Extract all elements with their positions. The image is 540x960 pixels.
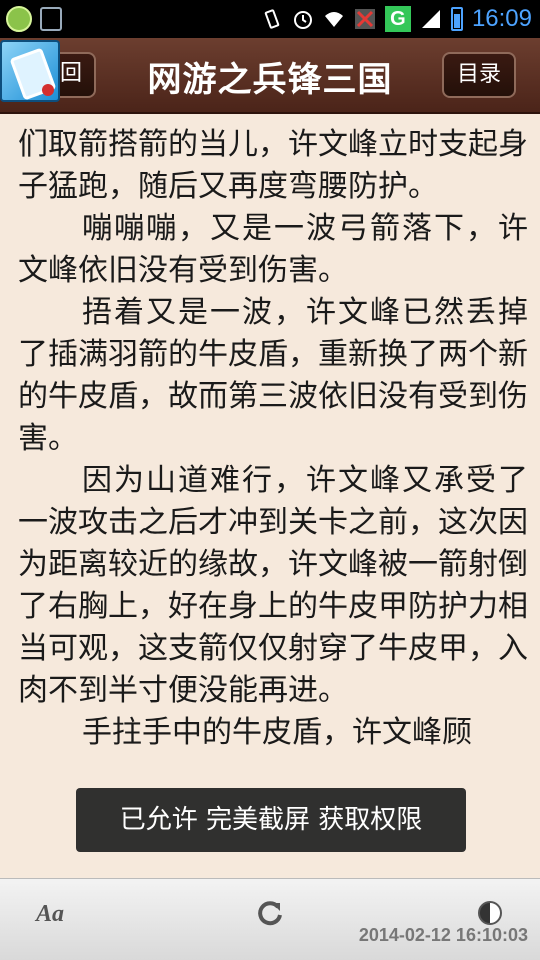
notification-icons xyxy=(6,6,62,32)
paragraph: 们取箭搭箭的当儿，许文峰立时支起身子猛跑，随后又再度弯腰防护。 xyxy=(18,127,528,204)
image-notification-icon xyxy=(40,7,62,31)
status-time: 16:09 xyxy=(471,5,532,32)
alarm-icon xyxy=(293,11,312,29)
no-signal-icon xyxy=(354,9,375,29)
paragraph-partial-line xyxy=(18,114,528,124)
network-type-badge: G xyxy=(384,6,411,32)
font-size-button[interactable]: Aa xyxy=(36,901,64,928)
wifi-icon xyxy=(324,12,343,27)
paragraph: 因为山道难行，许文峰又承受了一波攻击之后才冲到关卡之前，这次因为距离较近的缘故，… xyxy=(18,463,528,708)
paragraph: 嘣嘣嘣，又是一波弓箭落下，许文峰依旧没有受到伤害。 xyxy=(18,211,528,288)
night-mode-icon[interactable] xyxy=(478,901,502,925)
status-bar: G 16:09 xyxy=(0,0,540,38)
bottom-toolbar: Aa 2014-02-12 16:10:03 xyxy=(0,878,540,960)
signal-icon xyxy=(421,10,440,28)
app-notification-icon xyxy=(6,6,32,32)
battery-icon xyxy=(450,7,463,31)
vibrate-icon xyxy=(264,9,280,29)
reading-area[interactable]: 们取箭搭箭的当儿，许文峰立时支起身子猛跑，随后又再度弯腰防护。 嘣嘣嘣，又是一波… xyxy=(18,114,528,878)
system-indicators: G 16:09 xyxy=(261,5,532,33)
table-of-contents-button[interactable]: 目录 xyxy=(442,52,516,98)
screenshot-app-icon xyxy=(0,40,60,102)
paragraph: 捂着又是一波，许文峰已然丢掉了插满羽箭的牛皮盾，重新换了两个新的牛皮盾，故而第三… xyxy=(18,295,528,456)
permission-toast: 已允许 完美截屏 获取权限 xyxy=(76,788,466,852)
refresh-icon[interactable] xyxy=(256,899,284,927)
title-bar: 回 网游之兵锋三国 目录 xyxy=(0,38,540,114)
chapter-text: 们取箭搭箭的当儿，许文峰立时支起身子猛跑，随后又再度弯腰防护。 嘣嘣嘣，又是一波… xyxy=(18,114,528,754)
capture-timestamp: 2014-02-12 16:10:03 xyxy=(358,925,528,945)
paragraph: 手拄手中的牛皮盾，许文峰顾 xyxy=(82,715,472,750)
